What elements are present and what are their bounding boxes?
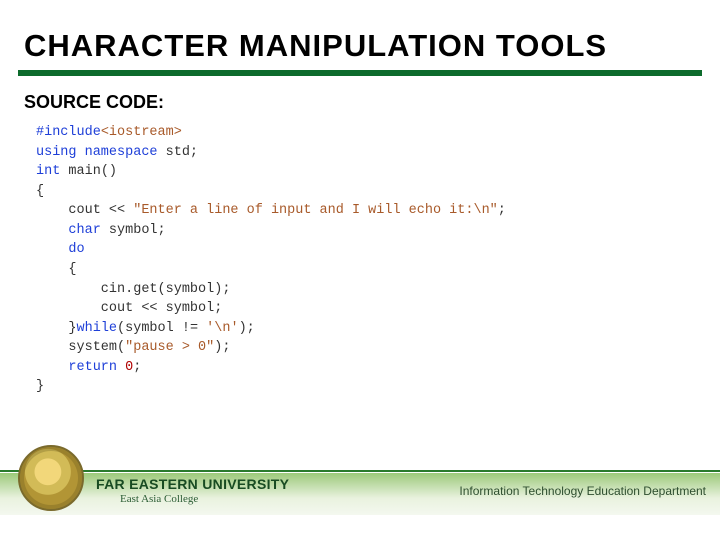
code-char: '\n': [206, 321, 238, 336]
code-kw: #include: [36, 125, 101, 140]
code-text: main(): [60, 164, 117, 179]
code-text: );: [214, 340, 230, 355]
code-text: (symbol !=: [117, 321, 206, 336]
subheading: SOURCE CODE:: [24, 92, 702, 113]
code-kw: char: [36, 223, 101, 238]
code-string: "Enter a line of input and I will echo i…: [133, 203, 498, 218]
code-include-header: <iostream>: [101, 125, 182, 140]
code-string: "pause > 0": [125, 340, 214, 355]
code-text: ;: [133, 360, 141, 375]
code-text: std;: [158, 145, 199, 160]
code-kw: int: [36, 164, 60, 179]
code-text: }: [36, 321, 77, 336]
code-kw: while: [77, 321, 118, 336]
code-text: }: [36, 379, 44, 394]
code-text: {: [36, 184, 44, 199]
code-text: {: [36, 262, 77, 277]
code-text: [117, 360, 125, 375]
code-text: system(: [36, 340, 125, 355]
slide: CHARACTER MANIPULATION TOOLS SOURCE CODE…: [0, 0, 720, 540]
code-text: );: [239, 321, 255, 336]
code-text: cout <<: [36, 203, 133, 218]
university-seal-icon: [18, 445, 84, 511]
code-kw: return: [36, 360, 117, 375]
university-name: FAR EASTERN UNIVERSITY: [96, 476, 289, 492]
code-text: cin.get(symbol);: [36, 282, 230, 297]
university-block: FAR EASTERN UNIVERSITY East Asia College: [96, 476, 289, 505]
code-block: #include<iostream> using namespace std; …: [18, 123, 702, 397]
college-name: East Asia College: [120, 493, 289, 505]
code-text: cout << symbol;: [36, 301, 222, 316]
code-text: ;: [498, 203, 506, 218]
slide-title: CHARACTER MANIPULATION TOOLS: [18, 28, 702, 64]
footer: FAR EASTERN UNIVERSITY East Asia College…: [0, 462, 720, 520]
title-rule: [18, 70, 702, 76]
code-kw: do: [36, 242, 85, 257]
code-kw: using namespace: [36, 145, 158, 160]
code-text: symbol;: [101, 223, 166, 238]
footer-rule: [0, 470, 720, 472]
department-name: Information Technology Education Departm…: [459, 484, 706, 498]
